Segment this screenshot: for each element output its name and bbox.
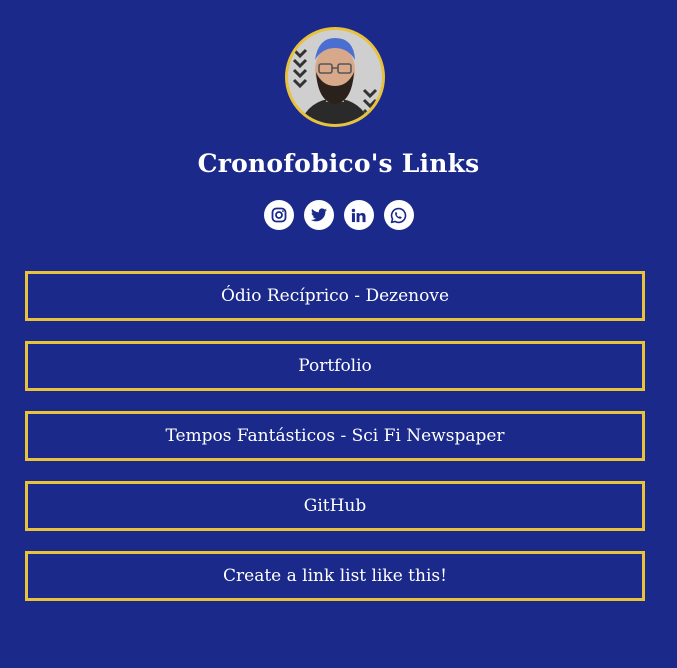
- avatar: [285, 27, 385, 127]
- social-icons: [0, 200, 677, 230]
- instagram-link[interactable]: [263, 200, 294, 230]
- link-button-create-link-list[interactable]: Create a link list like this!: [25, 551, 645, 601]
- linkedin-icon: [351, 208, 366, 222]
- instagram-icon: [271, 207, 286, 223]
- link-button-github[interactable]: GitHub: [25, 481, 645, 531]
- linkedin-link[interactable]: [343, 200, 374, 230]
- link-button-odio-reciprico[interactable]: Ódio Recíprico - Dezenove: [25, 271, 645, 321]
- twitter-link[interactable]: [303, 200, 334, 230]
- link-list: Ódio Recíprico - Dezenove Portfolio Temp…: [25, 271, 645, 621]
- twitter-icon: [310, 208, 327, 222]
- whatsapp-icon: [390, 207, 407, 223]
- link-button-portfolio[interactable]: Portfolio: [25, 341, 645, 391]
- whatsapp-link[interactable]: [383, 200, 414, 230]
- link-button-tempos-fantasticos[interactable]: Tempos Fantásticos - Sci Fi Newspaper: [25, 411, 645, 461]
- page-title: Cronofobico's Links: [197, 149, 480, 178]
